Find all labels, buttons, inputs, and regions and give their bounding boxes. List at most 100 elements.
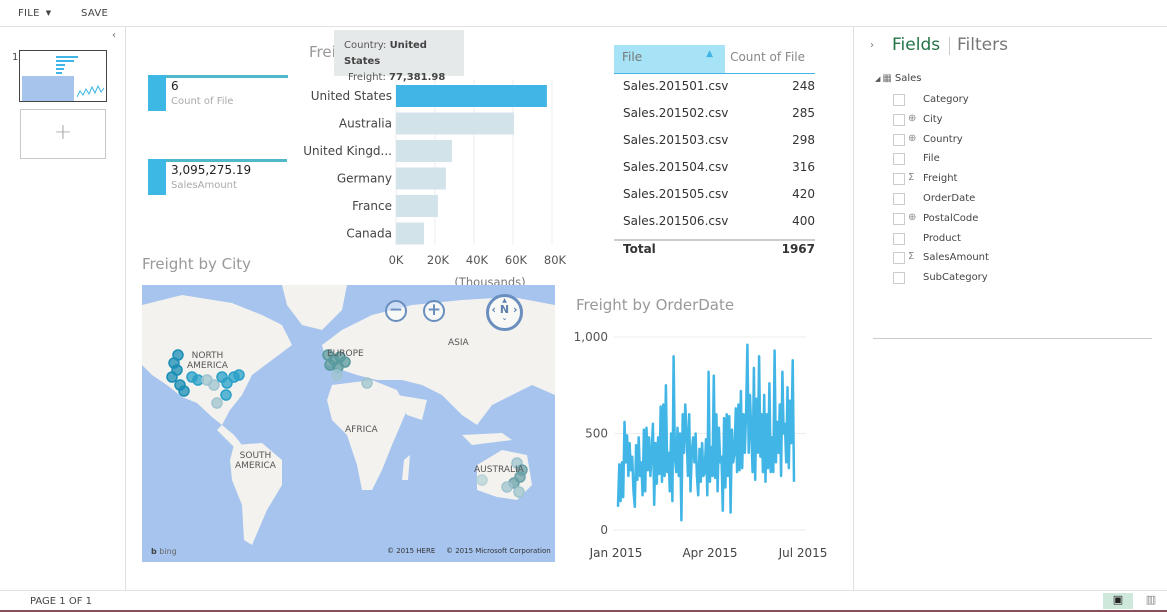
- city-bubble: [476, 474, 488, 486]
- table-row[interactable]: Sales.201501.csv 248: [614, 74, 815, 101]
- freight-line: [616, 343, 796, 522]
- map-label-south-america: SOUTH AMERICA: [235, 451, 276, 471]
- cell-count: 316: [792, 160, 815, 174]
- tab-filters[interactable]: Filters: [957, 35, 1008, 55]
- field-name: SubCategory: [923, 272, 988, 284]
- map-label-australia: AUSTRALIA: [474, 465, 524, 475]
- field-checkbox[interactable]: [893, 113, 905, 126]
- card-accent: [148, 75, 166, 111]
- table-row[interactable]: Sales.201506.csv 400: [614, 209, 815, 236]
- tab-fields[interactable]: Fields: [892, 35, 940, 55]
- status-bar: PAGE 1 OF 1 ▣ ▥: [0, 590, 1167, 612]
- table-sales[interactable]: ◢ ▦ Sales: [875, 73, 921, 84]
- cell-file: Sales.201504.csv: [623, 160, 729, 174]
- field-name: OrderDate: [923, 193, 976, 204]
- bar-united-kingd-: [396, 140, 452, 162]
- tab-separator: [949, 37, 950, 55]
- x-tick-label: Jan 2015: [589, 546, 643, 560]
- file-count-table: File ▲ Count of File Sales.201501.csv 248 S…: [614, 45, 815, 261]
- map-zoom-in-button[interactable]: +: [423, 300, 445, 322]
- collapse-pane-icon[interactable]: ‹: [112, 30, 116, 41]
- city-bubble: [501, 481, 513, 493]
- field-checkbox[interactable]: [893, 212, 905, 225]
- city-bubble: [208, 379, 220, 391]
- field-checkbox[interactable]: [893, 173, 905, 186]
- pages-pane: ‹ 1 +: [0, 27, 126, 590]
- y-tick-label: 1,000: [574, 330, 608, 344]
- cell-count: 285: [792, 106, 815, 120]
- cell-count: 420: [792, 187, 815, 201]
- bar-united-states: [396, 85, 547, 107]
- city-bubble: [166, 371, 178, 383]
- table-body: Sales.201501.csv 248 Sales.201502.csv 285 Sa…: [614, 74, 815, 236]
- x-tick-label: 80K: [544, 253, 567, 267]
- field-checkbox[interactable]: [893, 272, 905, 285]
- card-count-of-file[interactable]: 6 Count of File: [148, 75, 288, 111]
- x-tick-label: 60K: [505, 253, 528, 267]
- x-tick-label: Apr 2015: [682, 546, 737, 560]
- field-name: Freight: [923, 173, 958, 185]
- column-header-count[interactable]: Count of File: [730, 50, 805, 64]
- map-compass-button[interactable]: ▲ ‹ N › ⌄: [486, 294, 523, 331]
- x-tick-label: 0K: [389, 253, 404, 267]
- field-checkbox[interactable]: [893, 133, 905, 146]
- file-menu[interactable]: FILE ▼: [18, 8, 51, 19]
- cell-count: 400: [792, 214, 815, 228]
- thumb-bar: [56, 68, 64, 70]
- cell-file: Sales.201502.csv: [623, 106, 729, 120]
- sigma-icon: Σ: [908, 251, 915, 263]
- table-row[interactable]: Sales.201504.csv 316: [614, 155, 815, 182]
- table-name: Sales: [894, 73, 922, 84]
- field-checkbox[interactable]: [893, 232, 905, 245]
- sort-ascending-icon: ▲: [706, 49, 713, 59]
- card-value: 3,095,275.19: [171, 163, 252, 177]
- save-button[interactable]: SAVE: [81, 8, 108, 19]
- field-name: PostalCode: [923, 212, 979, 224]
- tooltip-freight-value: 77,381.98: [389, 72, 446, 83]
- city-bubble: [331, 369, 343, 381]
- city-bubble: [211, 397, 223, 409]
- field-checkbox[interactable]: [893, 94, 905, 106]
- city-bubble: [172, 349, 184, 361]
- fields-pane: › Fields Filters ◢ ▦ Sales Category ⊕ City ⊕ C…: [853, 27, 1167, 590]
- map-zoom-out-button[interactable]: −: [385, 300, 407, 322]
- map-label-africa: AFRICA: [345, 425, 378, 435]
- y-tick-label: 500: [585, 427, 608, 441]
- add-page-button[interactable]: +: [20, 109, 106, 159]
- land-indonesia: [462, 433, 512, 445]
- category-label: United Kingd...: [303, 144, 392, 158]
- city-bubble: [324, 359, 336, 371]
- page-thumbnail[interactable]: [19, 50, 107, 102]
- tooltip-freight-label: Freight:: [348, 72, 386, 83]
- y-tick-label: 0: [600, 523, 608, 537]
- collapse-fields-pane-icon[interactable]: ›: [870, 40, 874, 51]
- city-bubble: [178, 385, 190, 397]
- table-row[interactable]: Sales.201505.csv 420: [614, 182, 815, 209]
- freight-by-city-map[interactable]: NORTH AMERICA EUROPE ASIA AFRICA SOUTH AME…: [142, 285, 555, 562]
- city-bubble: [513, 486, 525, 498]
- freight-by-country-chart[interactable]: United States Australia United Kingd... Ger…: [300, 80, 590, 295]
- field-checkbox[interactable]: [893, 252, 905, 265]
- field-checkbox[interactable]: [893, 153, 905, 166]
- field-checkbox[interactable]: [893, 193, 905, 205]
- category-label: United States: [311, 89, 392, 103]
- cell-file: Sales.201505.csv: [623, 187, 729, 201]
- expand-triangle-icon: ◢: [875, 75, 881, 83]
- normal-view-button[interactable]: ▣: [1103, 593, 1133, 609]
- card-sales-amount[interactable]: 3,095,275.19 SalesAmount: [148, 159, 287, 195]
- thumb-map: [22, 76, 74, 101]
- city-bubble: [220, 389, 232, 401]
- reading-view-button[interactable]: ▥: [1136, 593, 1166, 609]
- map-title: Freight by City: [142, 255, 252, 273]
- cell-count: 298: [792, 133, 815, 147]
- thumb-bar: [56, 56, 78, 58]
- table-row[interactable]: Sales.201502.csv 285: [614, 101, 815, 128]
- card-value: 6: [171, 79, 179, 93]
- column-header-file[interactable]: File ▲: [614, 45, 725, 73]
- chevron-down-icon: ▼: [45, 9, 52, 17]
- freight-by-orderdate-chart[interactable]: 0 500 1,000 Jan 2015 Apr 2015 Jul 2015: [566, 320, 836, 570]
- field-name: Country: [923, 133, 963, 145]
- table-row[interactable]: Sales.201503.csv 298: [614, 128, 815, 155]
- category-label: Australia: [339, 117, 392, 131]
- map-label-asia: ASIA: [448, 338, 469, 348]
